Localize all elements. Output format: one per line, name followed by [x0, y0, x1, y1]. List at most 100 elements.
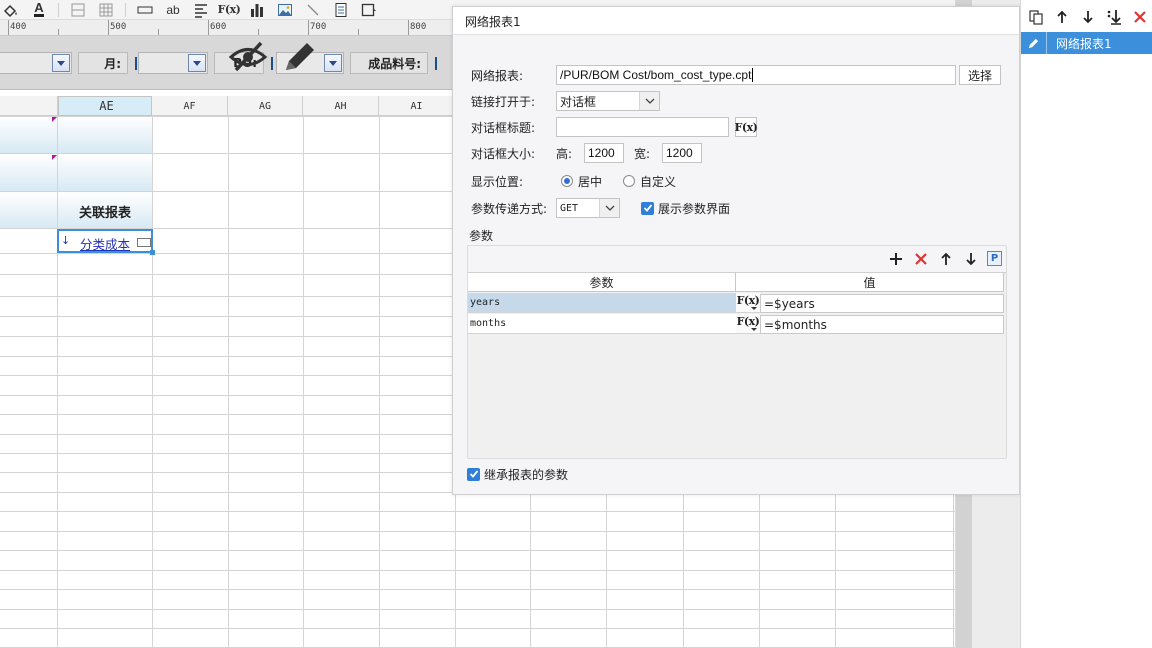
param-method-row: 参数传递方式: GET 展示参数界面	[471, 197, 730, 219]
report-row: 网络报表: /PUR/BOM Cost/bom_cost_type.cpt 选择	[471, 64, 1001, 86]
image-icon[interactable]	[276, 2, 294, 18]
select-frame-icon[interactable]	[360, 2, 378, 18]
param-method-value: GET	[560, 202, 579, 214]
formula-icon[interactable]: F(x)	[217, 2, 241, 18]
position-center-radio[interactable]	[561, 175, 573, 187]
param-method-select[interactable]: GET	[556, 198, 620, 218]
slash-icon[interactable]	[304, 2, 322, 18]
param-value-cell[interactable]: =$months	[760, 315, 1004, 334]
font-color-label: A	[34, 0, 44, 17]
add-icon[interactable]	[887, 250, 904, 267]
params-group-label-text: 参数	[469, 228, 494, 243]
delete-icon[interactable]	[912, 250, 929, 267]
move-up-icon[interactable]	[937, 250, 954, 267]
param-value-cell[interactable]: =$years	[760, 294, 1004, 313]
pencil-icon[interactable]	[280, 40, 320, 74]
param-name-cell[interactable]: months	[468, 314, 736, 334]
open-in-select[interactable]: 对话框	[556, 91, 660, 111]
grid-row-line	[0, 609, 955, 610]
category-cost-link[interactable]: 分类成本	[80, 234, 130, 253]
height-input[interactable]: 1200	[584, 143, 624, 163]
dropdown-button[interactable]	[188, 54, 206, 72]
bar-chart-icon[interactable]	[248, 2, 266, 18]
month-combo[interactable]	[138, 52, 208, 74]
toolbar-divider	[125, 2, 126, 17]
column-header-ae[interactable]: AE	[58, 96, 152, 116]
selected-cell[interactable]: ↓ 分类成本	[57, 229, 155, 255]
formula-button[interactable]: F(x)	[735, 117, 758, 137]
text-label: ab	[166, 2, 180, 17]
grid-icon[interactable]	[97, 2, 115, 18]
text-icon[interactable]: ab	[164, 2, 182, 18]
insert-row-icon[interactable]	[136, 2, 154, 18]
dropdown-button[interactable]	[324, 54, 342, 72]
table-row[interactable]: years F(x) =$years	[468, 293, 1006, 313]
text-cursor	[271, 57, 273, 70]
hyperlink-list-item[interactable]: 网络报表1	[1021, 32, 1152, 54]
report-path-text: /PUR/BOM Cost/bom_cost_type.cpt	[560, 68, 752, 82]
linked-report-cell[interactable]: 关联报表	[58, 194, 152, 228]
show-param-ui-label[interactable]: 展示参数界面	[658, 200, 730, 217]
formula-label: F(x)	[217, 3, 241, 16]
dialog-title-row: 对话框标题: F(x)	[471, 116, 758, 138]
dialog-size-label: 对话框大小:	[471, 146, 536, 161]
border-icon[interactable]	[69, 2, 87, 18]
parameter-icon[interactable]: P	[987, 251, 1002, 266]
table-row[interactable]: months F(x) =$months	[468, 314, 1006, 334]
ruler-tick	[408, 20, 409, 35]
network-report-panel: 网络报表1 网络报表: /PUR/BOM Cost/bom_cost_type.…	[452, 6, 1020, 495]
chevron-down-icon[interactable]	[639, 92, 659, 110]
font-color-icon[interactable]: A	[30, 0, 48, 18]
ruler-tick	[58, 29, 59, 35]
position-center-label[interactable]: 居中	[578, 173, 623, 190]
move-to-bottom-icon[interactable]	[1105, 9, 1122, 26]
dialog-title-input[interactable]	[556, 117, 729, 137]
value-column-header: 值	[736, 273, 1004, 292]
position-label: 显示位置:	[471, 174, 524, 189]
ruler-tick	[158, 29, 159, 35]
paint-bucket-icon[interactable]	[2, 2, 20, 18]
move-up-icon[interactable]	[1053, 9, 1070, 26]
dropdown-button[interactable]	[52, 54, 70, 72]
text-cursor	[435, 57, 437, 70]
show-param-ui-checkbox[interactable]	[641, 201, 654, 215]
formula-icon[interactable]: F(x)	[736, 293, 760, 313]
ruler-tick	[358, 29, 359, 35]
chevron-down-icon[interactable]	[599, 199, 619, 217]
delete-icon[interactable]	[1131, 9, 1148, 26]
column-header-ah[interactable]: AH	[303, 96, 379, 116]
shaded-cell[interactable]	[0, 154, 152, 191]
copy-icon[interactable]	[1027, 9, 1044, 26]
param-name-cell[interactable]: years	[468, 293, 736, 313]
position-custom-radio[interactable]	[623, 175, 635, 187]
document-icon[interactable]	[332, 2, 350, 18]
grid-row-line	[0, 550, 955, 551]
grid-row-line	[0, 628, 955, 629]
param-combo[interactable]	[0, 52, 72, 74]
height-label: 高:	[556, 146, 573, 161]
edit-pencil-icon[interactable]	[1021, 32, 1047, 54]
inherit-params-checkbox[interactable]	[467, 467, 480, 481]
fill-handle[interactable]	[150, 250, 155, 255]
ruler-tick	[308, 20, 309, 35]
open-in-row: 链接打开于: 对话框	[471, 90, 660, 112]
shaded-cell[interactable]	[0, 116, 152, 153]
choose-button[interactable]: 选择	[959, 65, 1001, 85]
width-input[interactable]: 1200	[662, 143, 702, 163]
report-path-input[interactable]: /PUR/BOM Cost/bom_cost_type.cpt	[556, 65, 956, 85]
move-down-icon[interactable]	[1079, 9, 1096, 26]
position-custom-label[interactable]: 自定义	[640, 173, 676, 190]
hidden-eye-icon[interactable]	[228, 40, 268, 74]
ruler-tick	[8, 20, 9, 35]
ruler-label: 800	[410, 22, 427, 32]
grid-column-line	[152, 116, 153, 648]
column-header-ai[interactable]: AI	[379, 96, 455, 116]
grid-column-line	[303, 116, 304, 648]
params-group-label: 参数	[469, 224, 493, 246]
move-down-icon[interactable]	[962, 250, 979, 267]
align-left-icon[interactable]	[192, 2, 210, 18]
column-header-ag[interactable]: AG	[228, 96, 303, 116]
column-header-af[interactable]: AF	[152, 96, 228, 116]
inherit-params-label[interactable]: 继承报表的参数	[484, 466, 568, 483]
formula-icon[interactable]: F(x)	[736, 314, 760, 334]
